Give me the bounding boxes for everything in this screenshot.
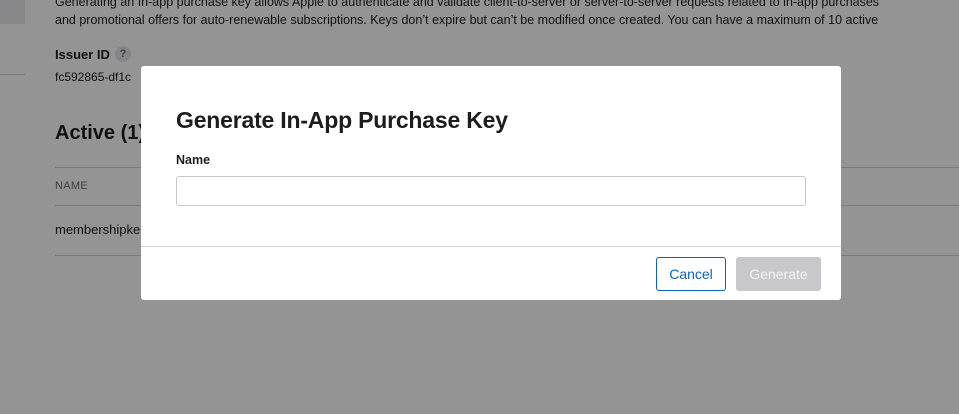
cancel-button[interactable]: Cancel	[656, 257, 726, 291]
generate-key-dialog: Generate In-App Purchase Key Name Cancel…	[141, 66, 841, 300]
dialog-title: Generate In-App Purchase Key	[176, 107, 508, 133]
name-input[interactable]	[176, 176, 806, 206]
dialog-footer-divider	[141, 246, 841, 247]
generate-button[interactable]: Generate	[736, 257, 821, 291]
name-field-label: Name	[176, 153, 211, 167]
